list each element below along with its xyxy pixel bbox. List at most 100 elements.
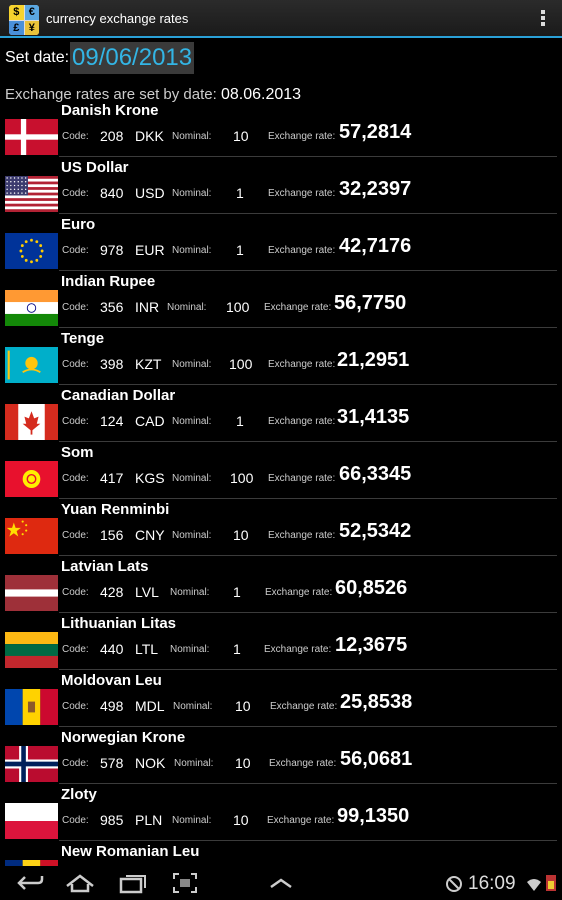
exchange-rate-label: Exchange rate:: [268, 188, 336, 199]
currency-row[interactable]: US Dollar Code: 840 USD Nominal: 1 Excha…: [0, 157, 557, 214]
currency-numeric-code: 124: [100, 413, 124, 429]
code-label: Code:: [62, 644, 89, 655]
nominal-value: 100: [226, 299, 250, 315]
exchange-rate-value: 66,3345: [339, 463, 412, 485]
nominal-value: 1: [233, 641, 241, 657]
india-flag: [5, 290, 58, 326]
currency-numeric-code: 417: [100, 470, 124, 486]
currency-numeric-code: 985: [100, 812, 124, 828]
exchange-rate-label: Exchange rate:: [268, 416, 336, 427]
nominal-label: Nominal:: [173, 701, 213, 712]
code-label: Code:: [62, 245, 89, 256]
lithuania-flag: [5, 632, 58, 668]
no-signal-icon: [446, 876, 462, 892]
exchange-rate-value: 52,5342: [339, 520, 412, 542]
back-icon[interactable]: [14, 872, 44, 894]
exchange-rate-label: Exchange rate:: [267, 815, 335, 826]
currency-name: Latvian Lats: [61, 558, 149, 575]
currency-row[interactable]: Som Code: 417 KGS Nominal: 100 Exchange …: [0, 442, 557, 499]
currency-row[interactable]: Lithuanian Litas Code: 440 LTL Nominal: …: [0, 613, 557, 670]
currency-numeric-code: 428: [100, 584, 124, 600]
currency-row[interactable]: Danish Krone Code: 208 DKK Nominal: 10 E…: [0, 100, 557, 157]
currency-name: Tenge: [61, 330, 105, 347]
nominal-value: 100: [229, 356, 253, 372]
eu-flag: [5, 233, 58, 269]
currency-row[interactable]: Zloty Code: 985 PLN Nominal: 10 Exchange…: [0, 784, 557, 841]
nominal-value: 100: [230, 470, 254, 486]
kyrgyzstan-flag: [5, 461, 58, 497]
exchange-rate-value: 32,2397: [339, 178, 412, 200]
action-bar: $ € £ ¥ currency exchange rates: [0, 0, 562, 38]
app-icon[interactable]: $ € £ ¥: [9, 5, 39, 35]
currency-iso-code: CNY: [135, 527, 165, 543]
currency-iso-code: INR: [135, 299, 160, 315]
usa-flag: [5, 176, 58, 212]
currency-numeric-code: 498: [100, 698, 124, 714]
notification-app-icon: [546, 875, 556, 891]
nominal-label: Nominal:: [170, 587, 210, 598]
exchange-rate-label: Exchange rate:: [268, 245, 336, 256]
nominal-value: 10: [233, 812, 249, 828]
currency-iso-code: CAD: [135, 413, 165, 429]
currency-name: Indian Rupee: [61, 273, 156, 290]
nominal-label: Nominal:: [167, 302, 207, 313]
pound-glyph: £: [9, 20, 24, 35]
currency-iso-code: MDL: [135, 698, 165, 714]
currency-row[interactable]: Indian Rupee Code: 356 INR Nominal: 100 …: [0, 271, 557, 328]
nominal-label: Nominal:: [172, 815, 212, 826]
currency-numeric-code: 156: [100, 527, 124, 543]
yen-glyph: ¥: [24, 20, 39, 35]
exchange-rate-value: 60,8526: [335, 577, 408, 599]
nominal-label: Nominal:: [172, 416, 212, 427]
currency-row[interactable]: Latvian Lats Code: 428 LVL Nominal: 1 Ex…: [0, 556, 557, 613]
code-label: Code:: [62, 473, 89, 484]
exchange-rate-label: Exchange rate:: [268, 131, 336, 142]
nominal-label: Nominal:: [172, 530, 212, 541]
wifi-icon: [527, 879, 541, 891]
denmark-flag: [5, 119, 58, 155]
nominal-label: Nominal:: [170, 644, 210, 655]
currency-name: Som: [61, 444, 94, 461]
currency-row[interactable]: Canadian Dollar Code: 124 CAD Nominal: 1…: [0, 385, 557, 442]
currency-numeric-code: 398: [100, 356, 124, 372]
currency-iso-code: EUR: [135, 242, 165, 258]
currency-name: Euro: [61, 216, 96, 233]
currency-numeric-code: 840: [100, 185, 124, 201]
exchange-rate-label: Exchange rate:: [268, 359, 336, 370]
currency-name: New Romanian Leu: [61, 843, 200, 860]
recent-apps-icon[interactable]: [118, 872, 148, 894]
exchange-rate-label: Exchange rate:: [269, 758, 337, 769]
code-label: Code:: [62, 815, 89, 826]
currency-numeric-code: 578: [100, 755, 124, 771]
currency-row[interactable]: Euro Code: 978 EUR Nominal: 1 Exchange r…: [0, 214, 557, 271]
nominal-value: 10: [235, 755, 251, 771]
currency-row[interactable]: Tenge Code: 398 KZT Nominal: 100 Exchang…: [0, 328, 557, 385]
currency-row[interactable]: Moldovan Leu Code: 498 MDL Nominal: 10 E…: [0, 670, 557, 727]
currency-iso-code: LVL: [135, 584, 159, 600]
nominal-value: 1: [236, 413, 244, 429]
app-title: currency exchange rates: [46, 11, 189, 26]
dollar-glyph: $: [9, 5, 24, 20]
screenshot-icon[interactable]: [172, 872, 198, 894]
nominal-label: Nominal:: [172, 131, 212, 142]
currency-row[interactable]: Norwegian Krone Code: 578 NOK Nominal: 1…: [0, 727, 557, 784]
currency-row[interactable]: Yuan Renminbi Code: 156 CNY Nominal: 10 …: [0, 499, 557, 556]
exchange-rate-value: 57,2814: [339, 121, 412, 143]
currency-iso-code: USD: [135, 185, 165, 201]
set-date-label: Set date:: [5, 49, 70, 66]
date-picker-field[interactable]: 09/06/2013: [70, 42, 195, 74]
currency-numeric-code: 440: [100, 641, 124, 657]
exchange-rate-label: Exchange rate:: [264, 302, 332, 313]
nominal-label: Nominal:: [172, 473, 212, 484]
currency-name: Norwegian Krone: [61, 729, 186, 746]
nominal-value: 1: [236, 242, 244, 258]
home-icon[interactable]: [64, 872, 96, 894]
code-label: Code:: [62, 416, 89, 427]
status-clock: 16:09: [468, 873, 516, 894]
exchange-rate-value: 56,0681: [340, 748, 413, 770]
chevron-up-icon[interactable]: [268, 872, 294, 894]
exchange-rate-label: Exchange rate:: [268, 473, 336, 484]
overflow-menu-icon[interactable]: [538, 9, 548, 29]
currency-iso-code: KZT: [135, 356, 162, 372]
exchange-rate-value: 42,7176: [339, 235, 412, 257]
